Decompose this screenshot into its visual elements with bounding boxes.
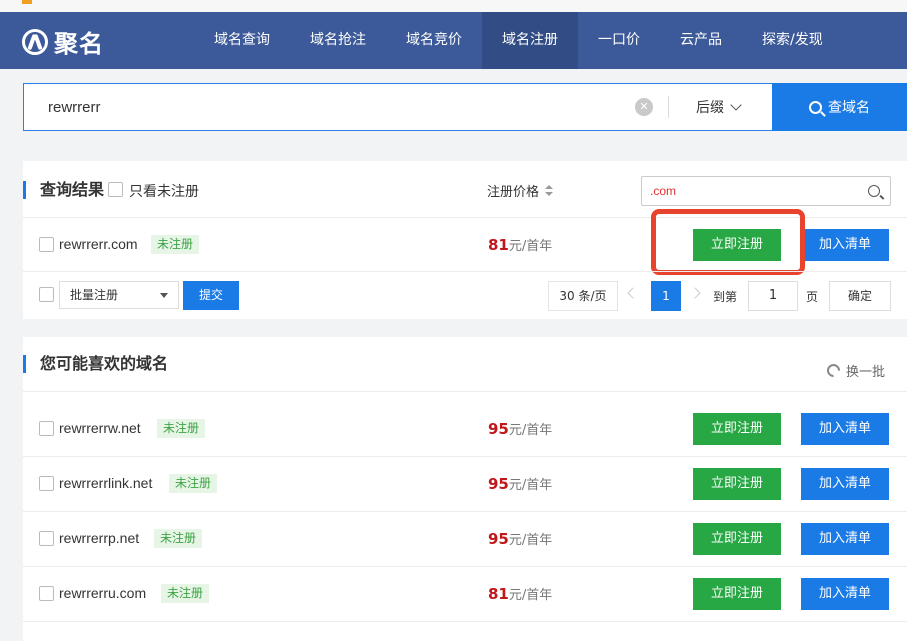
domain-name: rewrrerrp.net <box>59 530 140 546</box>
confirm-button[interactable]: 确定 <box>829 281 891 311</box>
suffix-filter <box>641 176 891 206</box>
only-unregistered-label: 只看未注册 <box>129 184 199 200</box>
register-button[interactable]: 立即注册 <box>693 229 781 261</box>
goto-label: 到第 <box>713 290 738 304</box>
price-sort-header[interactable]: 注册价格 <box>487 181 554 200</box>
register-button[interactable]: 立即注册 <box>693 523 781 555</box>
submit-button[interactable]: 提交 <box>183 281 239 310</box>
results-panel: 查询结果 只看未注册 注册价格 rewrrerr.com 未注册 81元/首年 … <box>23 161 907 319</box>
search-button[interactable]: 查域名 <box>772 83 907 131</box>
search-icon <box>809 100 822 114</box>
refresh-icon <box>824 361 843 380</box>
divider <box>23 456 907 457</box>
domain-name: rewrrerrw.net <box>59 420 141 436</box>
suffix-filter-input[interactable] <box>650 182 850 200</box>
row-checkbox[interactable] <box>39 531 54 546</box>
divider <box>23 621 907 622</box>
divider <box>23 511 907 512</box>
chevron-down-icon <box>730 99 742 111</box>
results-title: 查询结果 <box>23 181 104 199</box>
add-to-list-button[interactable]: 加入清单 <box>801 578 889 610</box>
domain-price: 95元/首年 <box>488 530 553 548</box>
select-all-checkbox[interactable] <box>39 287 54 302</box>
main-nav: 域名查询 域名抢注 域名竞价 域名注册 一口价 云产品 探索/发现 <box>194 12 843 69</box>
nav-domain-query[interactable]: 域名查询 <box>194 12 290 69</box>
suffix-label: 后缀 <box>696 100 724 116</box>
row-checkbox[interactable] <box>39 421 54 436</box>
divider <box>23 566 907 567</box>
page-size-select[interactable]: 30 条/页 <box>548 281 618 311</box>
domain-price: 81元/首年 <box>488 236 553 254</box>
suggestions-panel: 您可能喜欢的域名 换一批 rewrrerrw.net 未注册 95元/首年 立即… <box>23 337 907 641</box>
page-unit-label: 页 <box>806 290 819 304</box>
domain-search-input[interactable] <box>48 94 628 120</box>
only-unregistered-checkbox[interactable] <box>108 182 123 197</box>
page-number[interactable]: 1 <box>651 281 681 311</box>
sort-icon <box>545 184 554 197</box>
next-page-icon[interactable] <box>689 287 701 299</box>
divider <box>23 271 907 272</box>
status-badge: 未注册 <box>169 474 218 493</box>
status-badge: 未注册 <box>161 584 210 603</box>
caret-down-icon <box>160 293 168 298</box>
nav-domain-register[interactable]: 域名注册 <box>482 12 578 69</box>
bulk-action-select[interactable]: 批量注册 <box>59 281 179 309</box>
bulk-label: 批量注册 <box>70 288 119 302</box>
add-to-list-button[interactable]: 加入清单 <box>801 468 889 500</box>
nav-domain-snap[interactable]: 域名抢注 <box>290 12 386 69</box>
row-checkbox[interactable] <box>39 476 54 491</box>
nav-cloud[interactable]: 云产品 <box>660 12 742 69</box>
clear-icon[interactable]: ✕ <box>635 98 653 116</box>
domain-price: 95元/首年 <box>488 475 553 493</box>
status-badge: 未注册 <box>151 235 200 254</box>
prev-page-icon[interactable] <box>627 287 639 299</box>
add-to-list-button[interactable]: 加入清单 <box>801 413 889 445</box>
nav-domain-auction[interactable]: 域名竞价 <box>386 12 482 69</box>
refresh-label: 换一批 <box>846 365 886 380</box>
add-to-list-button[interactable]: 加入清单 <box>801 229 889 261</box>
add-to-list-button[interactable]: 加入清单 <box>801 523 889 555</box>
status-badge: 未注册 <box>154 529 203 548</box>
domain-price: 81元/首年 <box>488 585 553 603</box>
domain-price: 95元/首年 <box>488 420 553 438</box>
top-strip <box>0 0 907 12</box>
search-bar: ✕ 后缀 <box>23 83 773 131</box>
register-button[interactable]: 立即注册 <box>693 578 781 610</box>
logo-icon <box>22 28 48 55</box>
price-header-label: 注册价格 <box>487 185 540 200</box>
status-badge: 未注册 <box>157 419 206 438</box>
goto-page-input[interactable]: 1 <box>748 281 798 311</box>
domain-name: rewrrerru.com <box>59 585 147 601</box>
search-button-label: 查域名 <box>828 100 870 116</box>
domain-name: rewrrerr.com <box>59 236 138 252</box>
suggestions-title: 您可能喜欢的域名 <box>23 355 168 373</box>
nav-explore[interactable]: 探索/发现 <box>742 12 843 69</box>
row-checkbox[interactable] <box>39 586 54 601</box>
register-button[interactable]: 立即注册 <box>693 413 781 445</box>
logo[interactable]: 聚名 <box>22 24 104 59</box>
divider <box>23 391 907 392</box>
register-button[interactable]: 立即注册 <box>693 468 781 500</box>
search-icon[interactable] <box>868 185 880 197</box>
suffix-dropdown[interactable]: 后缀 <box>696 97 742 117</box>
row-checkbox[interactable] <box>39 237 54 252</box>
refresh-button[interactable]: 换一批 <box>824 361 886 380</box>
search-divider <box>668 96 669 118</box>
domain-name: rewrrerrlink.net <box>59 475 153 491</box>
header: 聚名 域名查询 域名抢注 域名竞价 域名注册 一口价 云产品 探索/发现 <box>0 12 907 69</box>
divider <box>23 217 907 218</box>
nav-fixed-price[interactable]: 一口价 <box>578 12 660 69</box>
strip-dot <box>22 0 32 4</box>
brand-name: 聚名 <box>54 30 104 58</box>
